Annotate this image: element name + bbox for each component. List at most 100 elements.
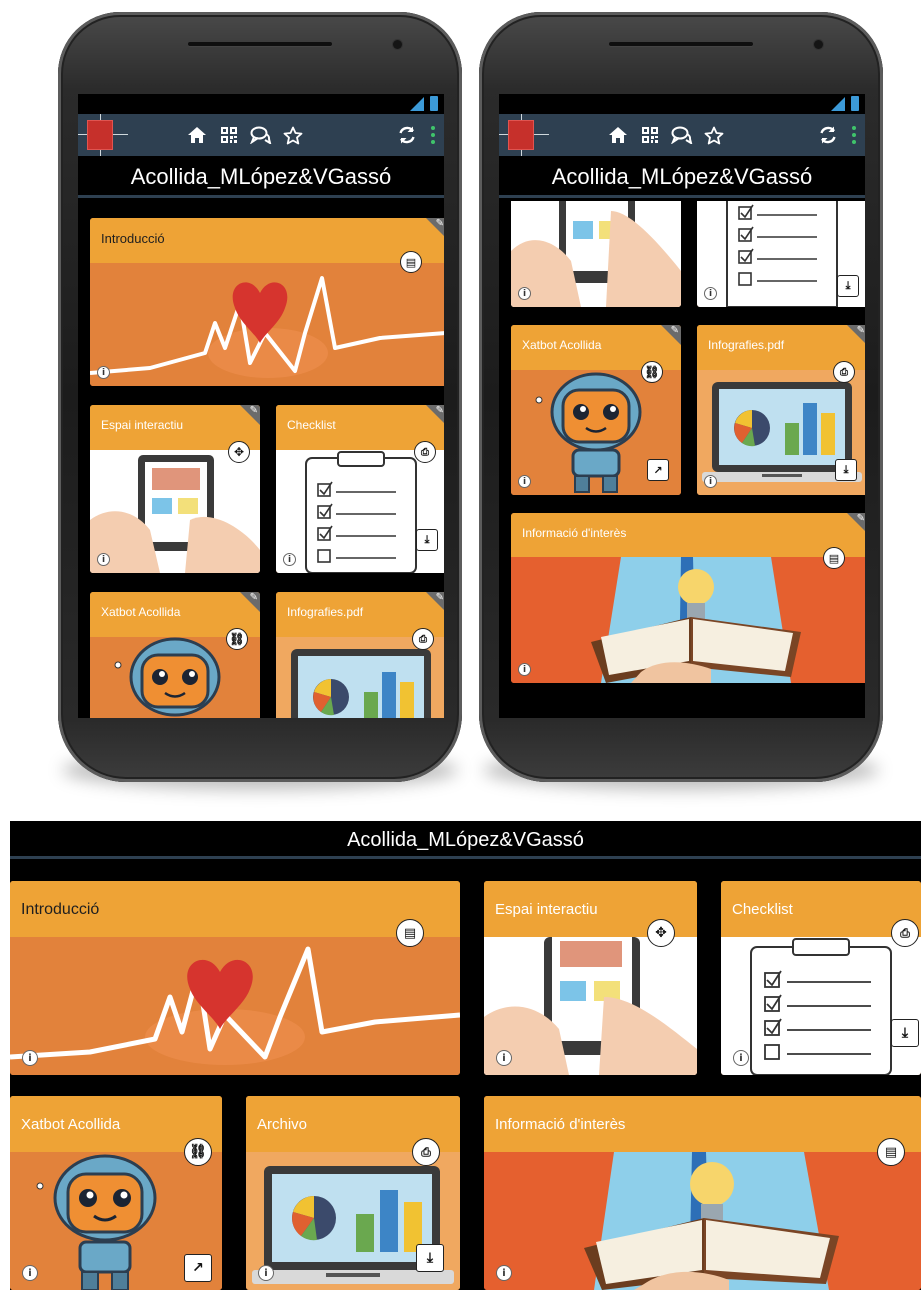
card-informacio[interactable]: Informació d'interès ▤ i: [484, 1096, 921, 1290]
link-icon[interactable]: ⛓: [226, 628, 248, 650]
phone-mockup-left: Acollida_MLópez&VGassó Introducció ✎ ▤ i…: [58, 12, 462, 790]
info-icon[interactable]: i: [22, 1265, 38, 1281]
move-icon[interactable]: ✥: [647, 919, 675, 947]
card-title: Xatbot Acollida: [101, 605, 181, 619]
download-icon[interactable]: ⤓: [837, 275, 859, 297]
card-checklist[interactable]: Checklist ⎙ ⤓ i: [721, 881, 921, 1075]
card-xatbot[interactable]: Xatbot Acollida ✎: [511, 325, 681, 495]
status-bar: [499, 94, 865, 114]
card-title: Archivo: [257, 1116, 308, 1133]
refresh-icon[interactable]: [817, 124, 839, 146]
card-xatbot[interactable]: Xatbot Acollida ⛓ ↗ i: [10, 1096, 222, 1290]
pdf-icon[interactable]: ⎙: [412, 628, 434, 650]
status-bar: [78, 94, 444, 114]
card-espai-interactiu[interactable]: Espai interactiu ✥ i: [484, 881, 697, 1075]
app-bar: [499, 114, 865, 156]
card-infografies[interactable]: Infografies.pdf ✎: [697, 325, 865, 495]
refresh-icon[interactable]: [396, 124, 418, 146]
qr-code-icon[interactable]: [218, 124, 240, 146]
edit-icon[interactable]: ✎: [436, 593, 444, 603]
info-icon[interactable]: i: [518, 287, 531, 300]
document-icon[interactable]: ▤: [877, 1138, 905, 1166]
link-icon[interactable]: ⛓: [641, 361, 663, 383]
edit-icon[interactable]: ✎: [250, 406, 258, 416]
desktop-view: Acollida_MLópez&VGassó Introducció ▤ i E…: [10, 821, 921, 1290]
card-introduccio[interactable]: Introducció ▤ i: [10, 881, 460, 1075]
chat-icon[interactable]: [671, 124, 693, 146]
info-icon[interactable]: i: [496, 1265, 512, 1281]
book-lightbulb-illustration: [484, 1152, 921, 1290]
star-icon[interactable]: [703, 124, 725, 146]
edit-icon[interactable]: ✎: [671, 326, 679, 336]
edit-icon[interactable]: ✎: [436, 219, 444, 229]
edit-icon[interactable]: ✎: [250, 593, 258, 603]
app-logo[interactable]: [78, 114, 134, 156]
qr-code-icon[interactable]: [639, 124, 661, 146]
edit-icon[interactable]: ✎: [857, 514, 865, 524]
info-icon[interactable]: i: [733, 1050, 749, 1066]
star-icon[interactable]: [282, 124, 304, 146]
external-link-icon[interactable]: ↗: [647, 459, 669, 481]
signal-icon: [831, 97, 845, 111]
edit-icon[interactable]: ✎: [436, 406, 444, 416]
move-icon[interactable]: ✥: [228, 441, 250, 463]
pdf-icon[interactable]: ⎙: [412, 1138, 440, 1166]
card-title: Introducció: [21, 901, 100, 918]
card-title: Checklist: [732, 901, 793, 918]
info-icon[interactable]: i: [97, 366, 110, 379]
card-infografies[interactable]: Infografies.pdf ✎: [276, 592, 444, 718]
card-archivo[interactable]: Archivo ⎙ ⤓ i: [246, 1096, 460, 1290]
info-icon[interactable]: i: [258, 1265, 274, 1281]
info-icon[interactable]: i: [704, 475, 717, 488]
card-title: Informació d'interès: [522, 526, 627, 540]
pdf-icon[interactable]: ⎙: [414, 441, 436, 463]
card-checklist[interactable]: ⤓ i: [697, 201, 865, 307]
edit-icon[interactable]: ✎: [857, 326, 865, 336]
document-icon[interactable]: ▤: [400, 251, 422, 273]
download-icon[interactable]: ⤓: [416, 1244, 444, 1272]
card-title: Xatbot Acollida: [522, 338, 602, 352]
app-title: Acollida_MLópez&VGassó: [78, 156, 444, 198]
document-icon[interactable]: ▤: [396, 919, 424, 947]
card-introduccio[interactable]: Introducció ✎ ▤ i: [90, 218, 444, 386]
screenshot-collage: Acollida_MLópez&VGassó Introducció ✎ ▤ i…: [0, 0, 921, 1290]
app-logo[interactable]: [499, 114, 555, 156]
info-icon[interactable]: i: [496, 1050, 512, 1066]
tablet-illustration: [484, 937, 697, 1075]
app-title: Acollida_MLópez&VGassó: [10, 821, 921, 859]
info-icon[interactable]: i: [704, 287, 717, 300]
phone-body: Acollida_MLópez&VGassó Introducció ✎ ▤ i…: [58, 12, 462, 782]
phone-screen: Acollida_MLópez&VGassó Introducció ✎ ▤ i…: [78, 94, 444, 718]
phone-mockup-right: Acollida_MLópez&VGassó i ⤓ i Xatbot Acol…: [479, 12, 883, 790]
card-xatbot[interactable]: Xatbot Acollida ✎: [90, 592, 260, 718]
external-link-icon[interactable]: ↗: [184, 1254, 212, 1282]
link-icon[interactable]: ⛓: [184, 1138, 212, 1166]
info-icon[interactable]: i: [283, 553, 296, 566]
more-vert-icon[interactable]: [851, 126, 857, 144]
battery-icon: [430, 96, 438, 111]
card-checklist[interactable]: Checklist ✎ ⎙ ⤓ i: [276, 405, 444, 573]
download-icon[interactable]: ⤓: [891, 1019, 919, 1047]
home-icon[interactable]: [607, 124, 629, 146]
card-espai-interactiu[interactable]: Espai interactiu ✎ ✥ i: [90, 405, 260, 573]
chat-icon[interactable]: [250, 124, 272, 146]
card-espai-interactiu[interactable]: i: [511, 201, 681, 307]
info-icon[interactable]: i: [97, 553, 110, 566]
pdf-icon[interactable]: ⎙: [891, 919, 919, 947]
card-grid: i ⤓ i Xatbot Acollida ✎ ⛓ ↗ i Infografie…: [499, 201, 865, 718]
card-informacio[interactable]: Informació d'interès ✎ ▤ i: [511, 513, 865, 683]
card-title: Xatbot Acollida: [21, 1116, 121, 1133]
info-icon[interactable]: i: [518, 475, 531, 488]
download-icon[interactable]: ⤓: [835, 459, 857, 481]
more-vert-icon[interactable]: [430, 126, 436, 144]
home-icon[interactable]: [186, 124, 208, 146]
card-title: Infografies.pdf: [287, 605, 364, 619]
info-icon[interactable]: i: [518, 663, 531, 676]
info-icon[interactable]: i: [22, 1050, 38, 1066]
document-icon[interactable]: ▤: [823, 547, 845, 569]
card-title: Informació d'interès: [495, 1116, 626, 1133]
download-icon[interactable]: ⤓: [416, 529, 438, 551]
checklist-illustration: [721, 937, 921, 1075]
pdf-icon[interactable]: ⎙: [833, 361, 855, 383]
phone-body: Acollida_MLópez&VGassó i ⤓ i Xatbot Acol…: [479, 12, 883, 782]
